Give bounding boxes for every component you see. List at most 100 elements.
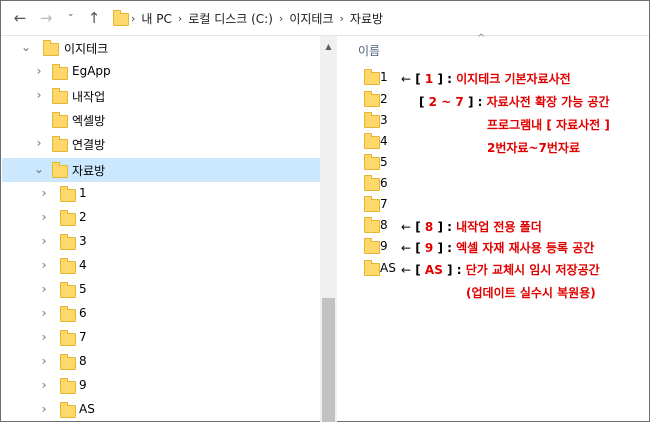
folder-icon <box>43 40 59 56</box>
recent-dropdown-icon[interactable]: ⌄ <box>67 9 75 19</box>
tree-item-label: 1 <box>79 186 87 200</box>
tree-item-egapp[interactable]: › EgApp <box>2 60 320 84</box>
folder-item-label: 4 <box>380 134 388 148</box>
annotation-2: [ 2 ~ 7 ] : 자료사전 확장 가능 공간 <box>419 95 610 109</box>
column-header-name[interactable]: 이름 <box>358 42 380 59</box>
chevron-right-icon[interactable]: › <box>38 378 50 392</box>
folder-icon <box>60 402 76 418</box>
breadcrumb-separator-icon: › <box>339 11 344 25</box>
folder-icon <box>364 238 380 254</box>
tree-item-jaryobang[interactable]: ⌄ 자료방 <box>2 158 320 182</box>
tree-item-naejakeop[interactable]: › 내작업 <box>2 84 320 108</box>
chevron-right-icon[interactable]: › <box>38 234 50 248</box>
folder-icon <box>364 196 380 212</box>
back-icon[interactable]: ← <box>11 9 29 27</box>
breadcrumb-eziteck[interactable]: 이지테크 <box>289 10 333 27</box>
tree-subitem-6[interactable]: › 6 <box>2 302 320 326</box>
breadcrumb-local-disk[interactable]: 로컬 디스크 (C:) <box>188 10 273 27</box>
tree-item-excelbang[interactable]: 엑셀방 <box>2 108 320 132</box>
chevron-right-icon[interactable]: › <box>38 330 50 344</box>
annotation-8-text: 내작업 전용 폴더 <box>456 220 542 234</box>
folder-icon <box>60 234 76 250</box>
folder-icon <box>364 217 380 233</box>
chevron-right-icon[interactable]: › <box>38 186 50 200</box>
tree-subitem-7[interactable]: › 7 <box>2 326 320 350</box>
tree-item-label: 4 <box>79 258 87 272</box>
tree-subitem-1[interactable]: › 1 <box>2 182 320 206</box>
annotation-1: ← [ 1 ] : 이지테크 기본자료사전 <box>401 72 571 86</box>
chevron-right-icon[interactable]: › <box>38 282 50 296</box>
tree-subitem-as[interactable]: › AS <box>2 398 320 422</box>
annotation-8-number: 8 <box>424 220 434 234</box>
chevron-right-icon[interactable]: › <box>38 306 50 320</box>
folder-icon <box>364 260 380 276</box>
breadcrumb-jaryobang[interactable]: 자료방 <box>350 10 383 27</box>
chevron-right-icon[interactable]: › <box>33 136 45 150</box>
folder-item-label: 8 <box>380 218 388 232</box>
folder-icon <box>52 88 68 104</box>
tree-item-label: 5 <box>79 282 87 296</box>
breadcrumb-separator-icon: › <box>131 11 136 25</box>
arrow-left-icon: ← <box>401 72 412 86</box>
arrow-left-icon: ← <box>401 220 412 234</box>
folder-icon <box>52 64 68 80</box>
address-bar: ← → ⌄ ↑ › 내 PC › 로컬 디스크 (C:) › 이지테크 › 자료… <box>1 1 649 36</box>
content-pane: ^ 이름 1 2 3 4 5 6 7 8 9 AS ← [1]: 이지테크… <box>338 33 649 422</box>
chevron-right-icon[interactable]: › <box>33 64 45 78</box>
folder-icon <box>60 306 76 322</box>
tree-item-label: AS <box>79 402 95 416</box>
folder-icon <box>60 282 76 298</box>
folder-icon <box>364 154 380 170</box>
chevron-right-icon[interactable]: › <box>38 354 50 368</box>
tree-item-label: 7 <box>79 330 87 344</box>
annotation-as-text: 단가 교체시 임시 저장공간 <box>465 263 600 277</box>
folder-icon <box>364 133 380 149</box>
folder-icon <box>364 91 380 107</box>
tree-item-yeongyeolbang[interactable]: › 연결방 <box>2 132 320 156</box>
tree-scrollbar[interactable]: ▲ <box>320 36 337 422</box>
tree-subitem-4[interactable]: › 4 <box>2 254 320 278</box>
scrollbar-thumb[interactable] <box>322 298 335 422</box>
chevron-right-icon[interactable]: › <box>38 258 50 272</box>
scroll-up-icon[interactable]: ▲ <box>320 38 337 55</box>
forward-icon[interactable]: → <box>37 9 55 27</box>
annotation-2-number: 2 ~ 7 <box>428 95 464 109</box>
folder-icon <box>60 186 76 202</box>
tree-item-label: 6 <box>79 306 87 320</box>
sort-ascending-icon: ^ <box>477 33 486 44</box>
folder-icon <box>364 112 380 128</box>
tree-subitem-3[interactable]: › 3 <box>2 230 320 254</box>
breadcrumb-separator-icon: › <box>278 11 284 25</box>
breadcrumb-my-pc[interactable]: 내 PC <box>141 10 171 27</box>
up-icon[interactable]: ↑ <box>85 9 103 27</box>
address-folder-icon <box>113 10 129 26</box>
tree-item-label: 연결방 <box>72 138 106 152</box>
chevron-down-icon[interactable]: ⌄ <box>33 162 45 176</box>
folder-item-label: 3 <box>380 113 388 127</box>
folder-icon <box>60 354 76 370</box>
arrow-left-icon: ← <box>401 241 412 255</box>
tree-subitem-2[interactable]: › 2 <box>2 206 320 230</box>
annotation-1-text: 이지테크 기본자료사전 <box>456 72 571 86</box>
annotation-as-line2: (업데이트 실수시 복원용) <box>466 286 596 300</box>
tree-item-eziteck[interactable]: ⌄ 이지테크 <box>2 36 320 60</box>
folder-item-label: 1 <box>380 70 388 84</box>
chevron-down-icon[interactable]: ⌄ <box>20 40 32 54</box>
folder-item-label: 9 <box>380 239 388 253</box>
tree-subitem-8[interactable]: › 8 <box>2 350 320 374</box>
folder-icon <box>60 258 76 274</box>
tree-subitem-9[interactable]: › 9 <box>2 374 320 398</box>
tree-subitem-5[interactable]: › 5 <box>2 278 320 302</box>
tree-item-label: 엑셀방 <box>72 114 106 128</box>
annotation-9-number: 9 <box>424 241 434 255</box>
folder-icon <box>60 330 76 346</box>
folder-item-label: 7 <box>380 197 388 211</box>
chevron-right-icon[interactable]: › <box>38 402 50 416</box>
annotation-as: ← [ AS ] : 단가 교체시 임시 저장공간 <box>401 263 600 277</box>
tree-item-label: EgApp <box>72 64 111 78</box>
folder-item-label: 6 <box>380 176 388 190</box>
tree-item-label: 2 <box>79 210 87 224</box>
folder-icon <box>364 69 380 85</box>
chevron-right-icon[interactable]: › <box>33 88 45 102</box>
chevron-right-icon[interactable]: › <box>38 210 50 224</box>
